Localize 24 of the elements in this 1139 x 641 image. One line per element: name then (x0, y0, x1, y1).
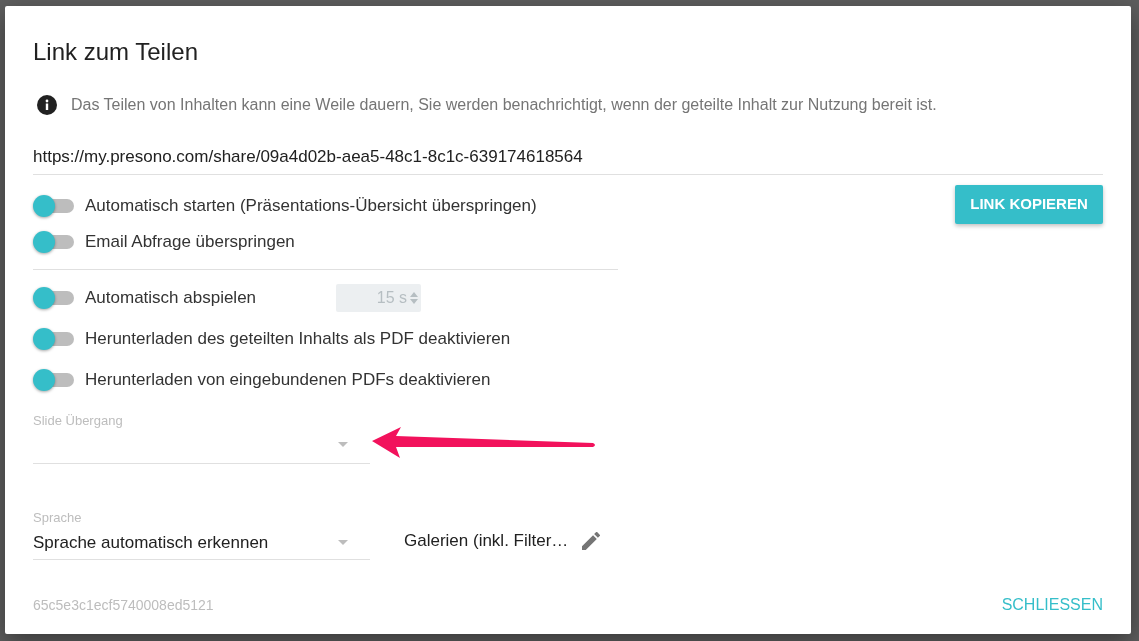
toggle-label: Automatisch starten (Präsentations-Übersicht überspringen) (85, 195, 537, 217)
toggle-label: Herunterladen von eingebundenen PDFs deaktivieren (85, 368, 491, 391)
field-label: Sprache (33, 510, 82, 526)
toggle-switch[interactable] (33, 231, 75, 253)
info-text: Das Teilen von Inhalten kann eine Weile dauern, Sie werden benachrichtigt, wenn der geteilte Inhalt zur Nutzung bereit ist. (71, 95, 937, 115)
info-icon (37, 95, 57, 115)
language-select[interactable]: Sprache automatisch erkennen (33, 526, 370, 560)
caret-icon (338, 441, 348, 447)
toggle-switch[interactable] (33, 286, 75, 309)
galleries-label: Galerien (inkl. Filter… (404, 530, 569, 552)
toggle-label: Automatisch abspielen (85, 286, 257, 309)
share-link-field[interactable]: https://my.presono.com/share/09a4d02b-aea5-48c1-8c1c-639174618564 (33, 145, 1103, 175)
toggle-label: Herunterladen des geteilten Inhalts als PDF deaktivieren (85, 327, 511, 350)
toggle-label: Email Abfrage überspringen (85, 231, 295, 253)
copy-link-button[interactable]: LINK KOPIEREN (955, 185, 1103, 224)
toggle-switch[interactable] (33, 368, 75, 391)
toggle-switch[interactable] (33, 327, 75, 350)
caret-icon (338, 540, 348, 545)
toggle-switch[interactable] (33, 195, 75, 217)
close-button[interactable]: SCHLIESSEN (1001, 595, 1103, 615)
field-label: Slide Übergang (33, 413, 123, 429)
share-id-text: 65c5e3c1ecf5740008ed5121 (33, 596, 214, 614)
edit-icon[interactable] (582, 532, 601, 550)
dialog-title: Link zum Teilen (33, 37, 198, 67)
